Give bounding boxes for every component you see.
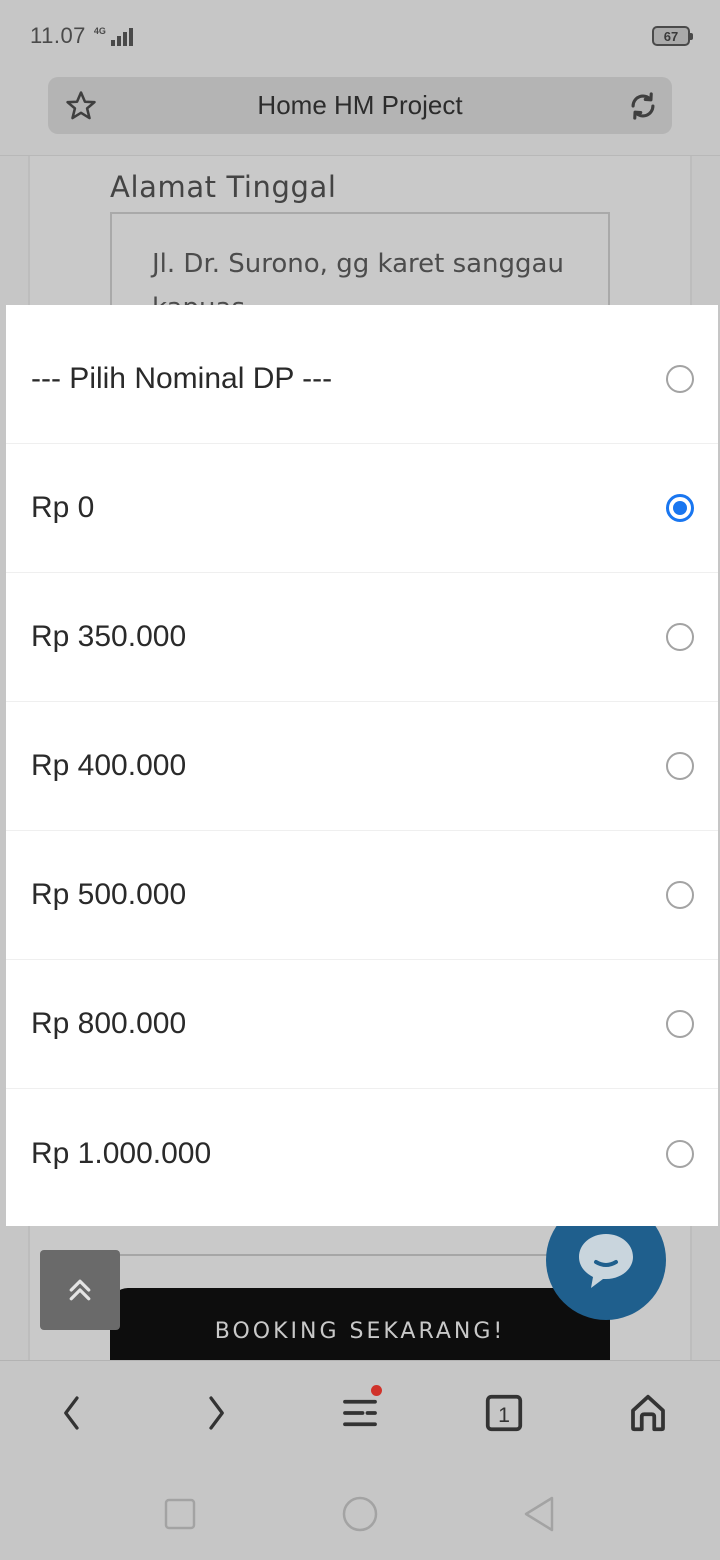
chevron-left-icon [64, 1396, 79, 1430]
forward-button[interactable] [194, 1391, 238, 1435]
battery-icon: 67 [652, 26, 693, 46]
option-rp-0[interactable]: Rp 0 [6, 444, 718, 573]
page-title[interactable]: Home HM Project [257, 90, 462, 121]
system-navigation [0, 1464, 720, 1560]
radio-button[interactable] [666, 1010, 694, 1038]
network-type: 4G [93, 26, 106, 36]
tabs-icon: 1 [485, 1394, 523, 1432]
scroll-to-top-button[interactable] [40, 1250, 120, 1330]
option-label: --- Pilih Nominal DP --- [31, 362, 333, 395]
chevron-double-up-icon [69, 1279, 91, 1301]
back-button[interactable] [50, 1391, 94, 1435]
home-circle-icon[interactable] [340, 1494, 380, 1534]
status-time: 11.07 [30, 23, 86, 48]
status-bar: 11.07 4G 67 [0, 0, 720, 72]
dp-select-dialog: --- Pilih Nominal DP --- Rp 0 Rp 350.000… [6, 305, 718, 1226]
option-rp-500000[interactable]: Rp 500.000 [6, 831, 718, 960]
refresh-icon[interactable] [626, 89, 660, 123]
star-icon[interactable] [64, 89, 98, 123]
radio-button-selected[interactable] [666, 494, 694, 522]
option-rp-800000[interactable]: Rp 800.000 [6, 960, 718, 1089]
tab-count: 1 [498, 1403, 510, 1427]
option-rp-350000[interactable]: Rp 350.000 [6, 573, 718, 702]
menu-button[interactable] [338, 1385, 382, 1435]
radio-button[interactable] [666, 881, 694, 909]
radio-button[interactable] [666, 365, 694, 393]
radio-button[interactable] [666, 1139, 694, 1168]
divider [120, 1254, 560, 1256]
browser-toolbar: 1 [0, 1360, 720, 1464]
option-label: Rp 0 [31, 491, 95, 524]
menu-icon [343, 1399, 377, 1427]
option-pilih-nominal[interactable]: --- Pilih Nominal DP --- [6, 315, 718, 444]
chat-icon [579, 1234, 633, 1288]
tabs-button[interactable]: 1 [482, 1391, 526, 1435]
radio-button[interactable] [666, 623, 694, 651]
notification-dot [371, 1385, 382, 1396]
recents-icon[interactable] [160, 1494, 200, 1534]
option-rp-1000000[interactable]: Rp 1.000.000 [6, 1089, 718, 1218]
option-label: Rp 400.000 [31, 749, 187, 782]
signal-icon: 4G [94, 26, 133, 46]
address-value: Jl. Dr. Surono, gg karet sanggau kapuas [152, 249, 564, 312]
option-label: Rp 350.000 [31, 620, 187, 653]
option-label: Rp 500.000 [31, 878, 187, 911]
url-bar[interactable]: Home HM Project [48, 77, 672, 134]
home-button[interactable] [626, 1391, 670, 1435]
option-label: Rp 800.000 [31, 1007, 187, 1040]
radio-button[interactable] [666, 752, 694, 780]
booking-button[interactable]: BOOKING SEKARANG! [110, 1288, 610, 1360]
option-label: Rp 1.000.000 [31, 1136, 212, 1170]
battery-level: 67 [663, 28, 679, 44]
home-icon [631, 1394, 665, 1432]
address-label: Alamat Tinggal [110, 170, 337, 204]
chevron-right-icon [209, 1396, 224, 1430]
back-triangle-icon[interactable] [520, 1494, 560, 1534]
address-field[interactable]: Jl. Dr. Surono, gg karet sanggau kapuas [110, 212, 610, 312]
option-rp-400000[interactable]: Rp 400.000 [6, 702, 718, 831]
